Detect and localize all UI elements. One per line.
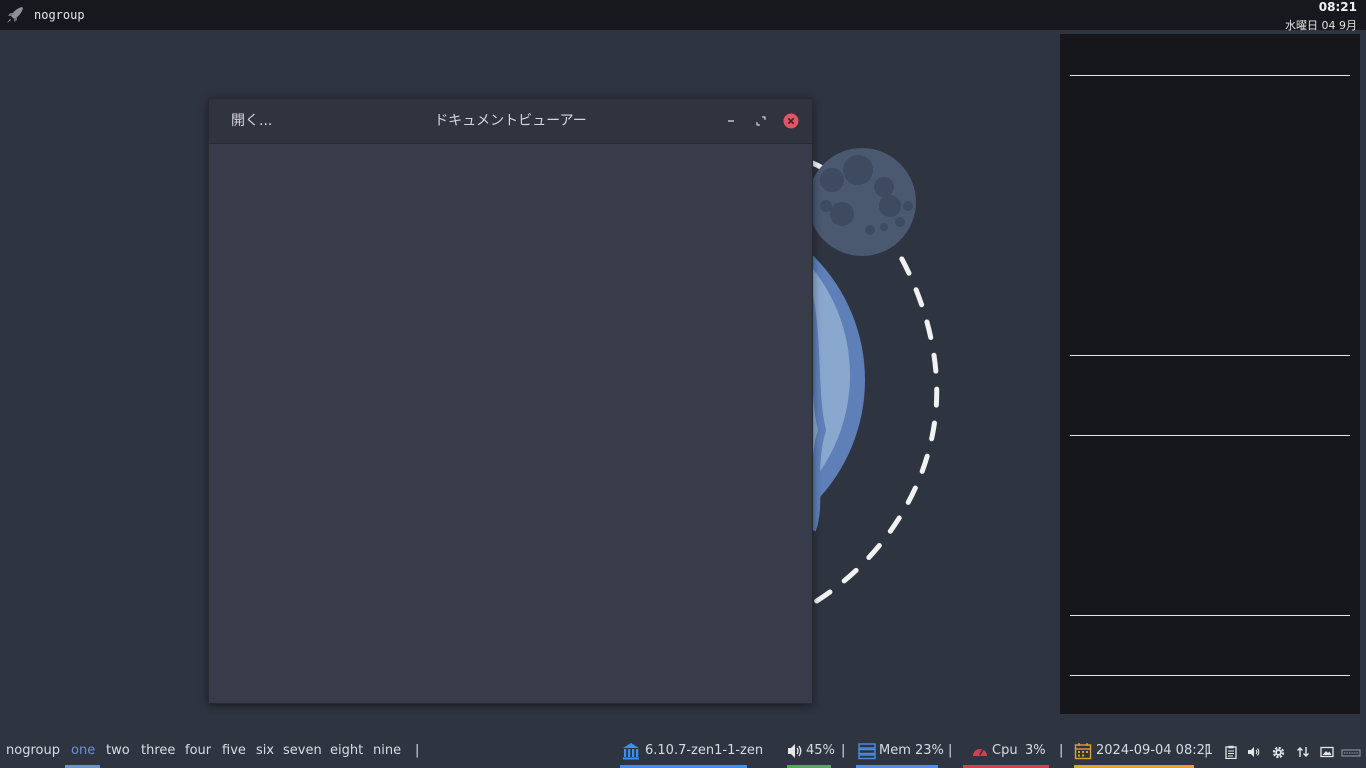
workspace-five[interactable]: five	[222, 743, 246, 758]
panel-divider	[1070, 435, 1350, 436]
top-bar: nogroup 08:21 水曜日 04 9月	[0, 0, 1366, 32]
workspace-seven[interactable]: seven	[283, 743, 322, 758]
maximize-icon[interactable]	[753, 113, 769, 129]
rocket-icon[interactable]	[5, 5, 25, 25]
panel-divider	[1070, 675, 1350, 676]
document-viewer-window: 開く... ドキュメントビューアー	[208, 98, 813, 704]
panel-divider	[1070, 355, 1350, 356]
memory-icon	[858, 743, 876, 760]
volume-icon[interactable]	[1247, 745, 1261, 759]
workspace-two[interactable]: two	[106, 743, 130, 758]
panel-divider	[1070, 615, 1350, 616]
cpu-usage: 3%	[1025, 743, 1046, 758]
panel-divider	[1070, 75, 1350, 76]
separator: |	[415, 743, 420, 758]
workspace-nine[interactable]: nine	[373, 743, 401, 758]
group-label[interactable]: nogroup	[34, 8, 85, 22]
document-area[interactable]	[209, 144, 812, 703]
date-time: 2024-09-04 08:21	[1096, 743, 1214, 758]
kernel-version: 6.10.7-zen1-1-zen	[645, 743, 764, 758]
workspace-four[interactable]: four	[185, 743, 211, 758]
workspace-one[interactable]: one	[71, 743, 95, 758]
cpu-label: Cpu	[992, 743, 1018, 758]
separator: |	[1204, 743, 1209, 758]
workspace-three[interactable]: three	[141, 743, 175, 758]
settings-icon[interactable]	[1271, 745, 1286, 760]
kernel-icon	[623, 743, 639, 760]
close-icon[interactable]	[783, 113, 799, 129]
clipboard-icon[interactable]	[1224, 745, 1238, 759]
separator: |	[948, 743, 953, 758]
display-icon[interactable]	[1320, 745, 1334, 759]
moon-illustration	[808, 148, 916, 256]
workspace-six[interactable]: six	[256, 743, 274, 758]
memory-usage: Mem 23%	[879, 743, 944, 758]
separator: |	[841, 743, 846, 758]
bottom-bar: nogroup one two three four five six seve…	[0, 735, 1366, 768]
minimize-icon[interactable]	[723, 113, 739, 129]
volume-icon[interactable]	[786, 742, 804, 760]
window-title: ドキュメントビューアー	[434, 113, 587, 129]
keyboard-icon[interactable]	[1341, 745, 1361, 759]
calendar-icon	[1074, 743, 1092, 760]
bottom-group-label[interactable]: nogroup	[6, 743, 60, 758]
volume-level[interactable]: 45%	[806, 743, 835, 758]
network-icon[interactable]	[1296, 745, 1310, 759]
cpu-gauge-icon	[973, 748, 987, 756]
window-titlebar[interactable]: 開く... ドキュメントビューアー	[209, 99, 812, 144]
system-monitor-panel	[1060, 34, 1360, 714]
clock-time: 08:21	[1318, 0, 1357, 14]
separator: |	[1059, 743, 1064, 758]
workspace-eight[interactable]: eight	[330, 743, 363, 758]
